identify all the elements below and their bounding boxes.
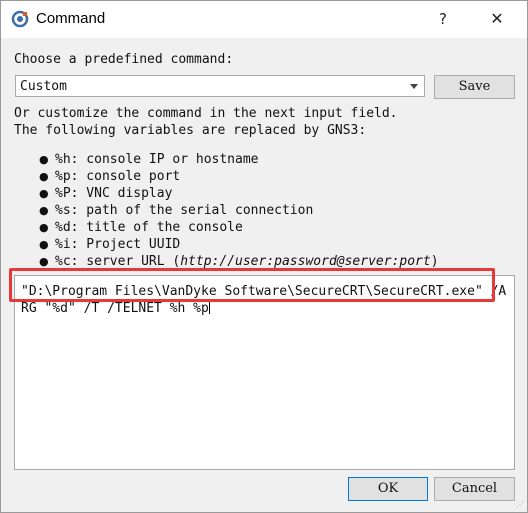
customize-description: Or customize the command in the next inp… bbox=[14, 106, 398, 121]
predefined-command-select[interactable]: Custom bbox=[15, 75, 425, 97]
variable-item: ● %d: title of the console bbox=[39, 220, 243, 235]
help-button[interactable]: ? bbox=[431, 7, 455, 31]
command-dialog: Command ? ✕ Choose a predefined command:… bbox=[0, 0, 528, 513]
gns3-app-icon bbox=[11, 10, 29, 28]
chevron-down-icon bbox=[410, 84, 418, 89]
variable-item: ● %s: path of the serial connection bbox=[39, 203, 314, 218]
bullet-icon: ● bbox=[39, 187, 49, 200]
server-url-format: http://user:password@server:port bbox=[180, 254, 431, 269]
variable-item: ● %h: console IP or hostname bbox=[39, 152, 259, 167]
command-input[interactable]: "D:\Program Files\VanDyke Software\Secur… bbox=[14, 275, 515, 470]
variables-list: ● %h: console IP or hostname ● %p: console… bbox=[39, 151, 439, 270]
variable-item: ● %p: console port bbox=[39, 169, 181, 184]
bullet-icon: ● bbox=[39, 170, 49, 183]
predefined-command-value: Custom bbox=[20, 79, 67, 94]
close-button[interactable]: ✕ bbox=[485, 7, 509, 31]
choose-command-label: Choose a predefined command: bbox=[14, 52, 234, 67]
window-title: Command bbox=[36, 10, 106, 27]
title-bar: Command ? ✕ bbox=[1, 1, 527, 38]
ok-button[interactable]: OK bbox=[348, 477, 428, 501]
bullet-icon: ● bbox=[39, 238, 49, 251]
text-caret bbox=[208, 301, 210, 314]
variable-item: ● %P: VNC display bbox=[39, 186, 173, 201]
resize-grip-icon[interactable]: ⋰ bbox=[516, 500, 524, 509]
bullet-icon: ● bbox=[39, 221, 49, 234]
variables-description: The following variables are replaced by … bbox=[14, 123, 367, 138]
command-text: "D:\Program Files\VanDyke Software\Secur… bbox=[21, 284, 507, 316]
save-button[interactable]: Save bbox=[434, 75, 515, 99]
variable-item: ● %i: Project UUID bbox=[39, 237, 181, 252]
cancel-button[interactable]: Cancel bbox=[434, 477, 515, 501]
bullet-icon: ● bbox=[39, 255, 49, 268]
bullet-icon: ● bbox=[39, 204, 49, 217]
bullet-icon: ● bbox=[39, 153, 49, 166]
variable-item: ● %c: server URL (http://user:password@se… bbox=[39, 254, 439, 269]
